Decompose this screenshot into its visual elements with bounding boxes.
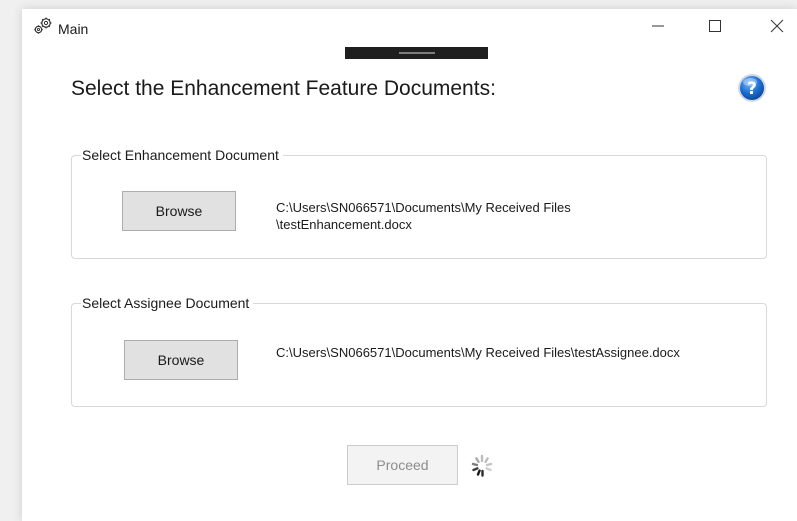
gears-icon bbox=[34, 17, 52, 34]
drag-handle[interactable] bbox=[345, 47, 488, 59]
window-title: Main bbox=[58, 21, 89, 37]
help-icon[interactable]: ? bbox=[736, 72, 768, 104]
minimize-icon bbox=[652, 25, 664, 27]
svg-text:?: ? bbox=[747, 79, 757, 99]
main-window: Main Select the Enhancement Feature Docu… bbox=[22, 9, 797, 521]
loading-spinner-icon bbox=[471, 454, 493, 477]
title-bar[interactable]: Main bbox=[22, 9, 797, 43]
enhancement-file-path-line2: \testEnhancement.docx bbox=[276, 217, 412, 232]
drag-grip bbox=[399, 52, 435, 54]
assignee-document-group: Select Assignee Document Browse C:\Users… bbox=[71, 295, 767, 407]
proceed-button[interactable]: Proceed bbox=[347, 445, 458, 485]
enhancement-group-label: Select Enhancement Document bbox=[81, 147, 283, 163]
maximize-button[interactable] bbox=[695, 9, 735, 43]
close-button[interactable] bbox=[757, 9, 797, 43]
enhancement-document-group: Select Enhancement Document Browse C:\Us… bbox=[71, 147, 767, 259]
browse-enhancement-button[interactable]: Browse bbox=[122, 191, 236, 231]
page-title: Select the Enhancement Feature Documents… bbox=[71, 77, 496, 100]
enhancement-file-path: C:\Users\SN066571\Documents\My Received … bbox=[276, 199, 571, 233]
assignee-file-path: C:\Users\SN066571\Documents\My Received … bbox=[276, 345, 680, 360]
maximize-icon bbox=[709, 20, 721, 32]
browse-assignee-button[interactable]: Browse bbox=[124, 340, 238, 380]
close-icon bbox=[770, 19, 784, 33]
assignee-group-label: Select Assignee Document bbox=[81, 295, 254, 311]
minimize-button[interactable] bbox=[638, 9, 678, 43]
enhancement-file-path-line1: C:\Users\SN066571\Documents\My Received … bbox=[276, 200, 571, 215]
